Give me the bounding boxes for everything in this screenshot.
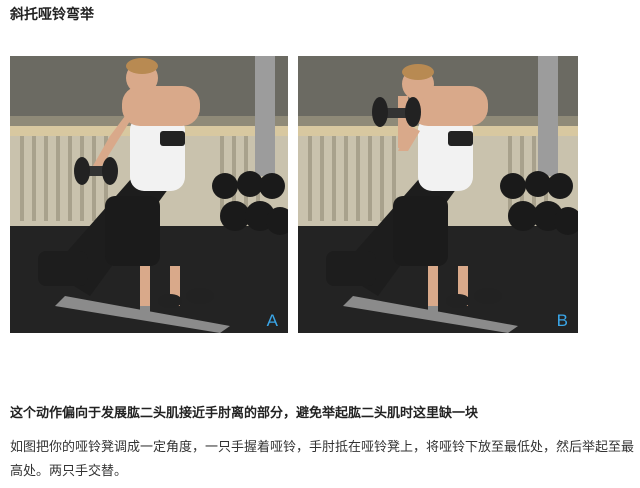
exercise-description: 如图把你的哑铃凳调成一定角度，一只手握着哑铃，手肘抵在哑铃凳上，将哑铃下放至最低… [10, 440, 635, 479]
photo-label-a: A [266, 311, 278, 330]
section-subheading: 这个动作偏向于发展肱二头肌接近手肘离的部分，避免举起肱二头肌时这里缺一块 [10, 406, 479, 421]
photo-label-b: B [556, 311, 568, 330]
exercise-photo-b: B [298, 56, 578, 333]
article-title: 斜托哑铃弯举 [10, 7, 94, 23]
exercise-photo-a: A [10, 56, 288, 333]
photo-b-illustration [298, 56, 578, 333]
photo-a-illustration [10, 56, 288, 333]
